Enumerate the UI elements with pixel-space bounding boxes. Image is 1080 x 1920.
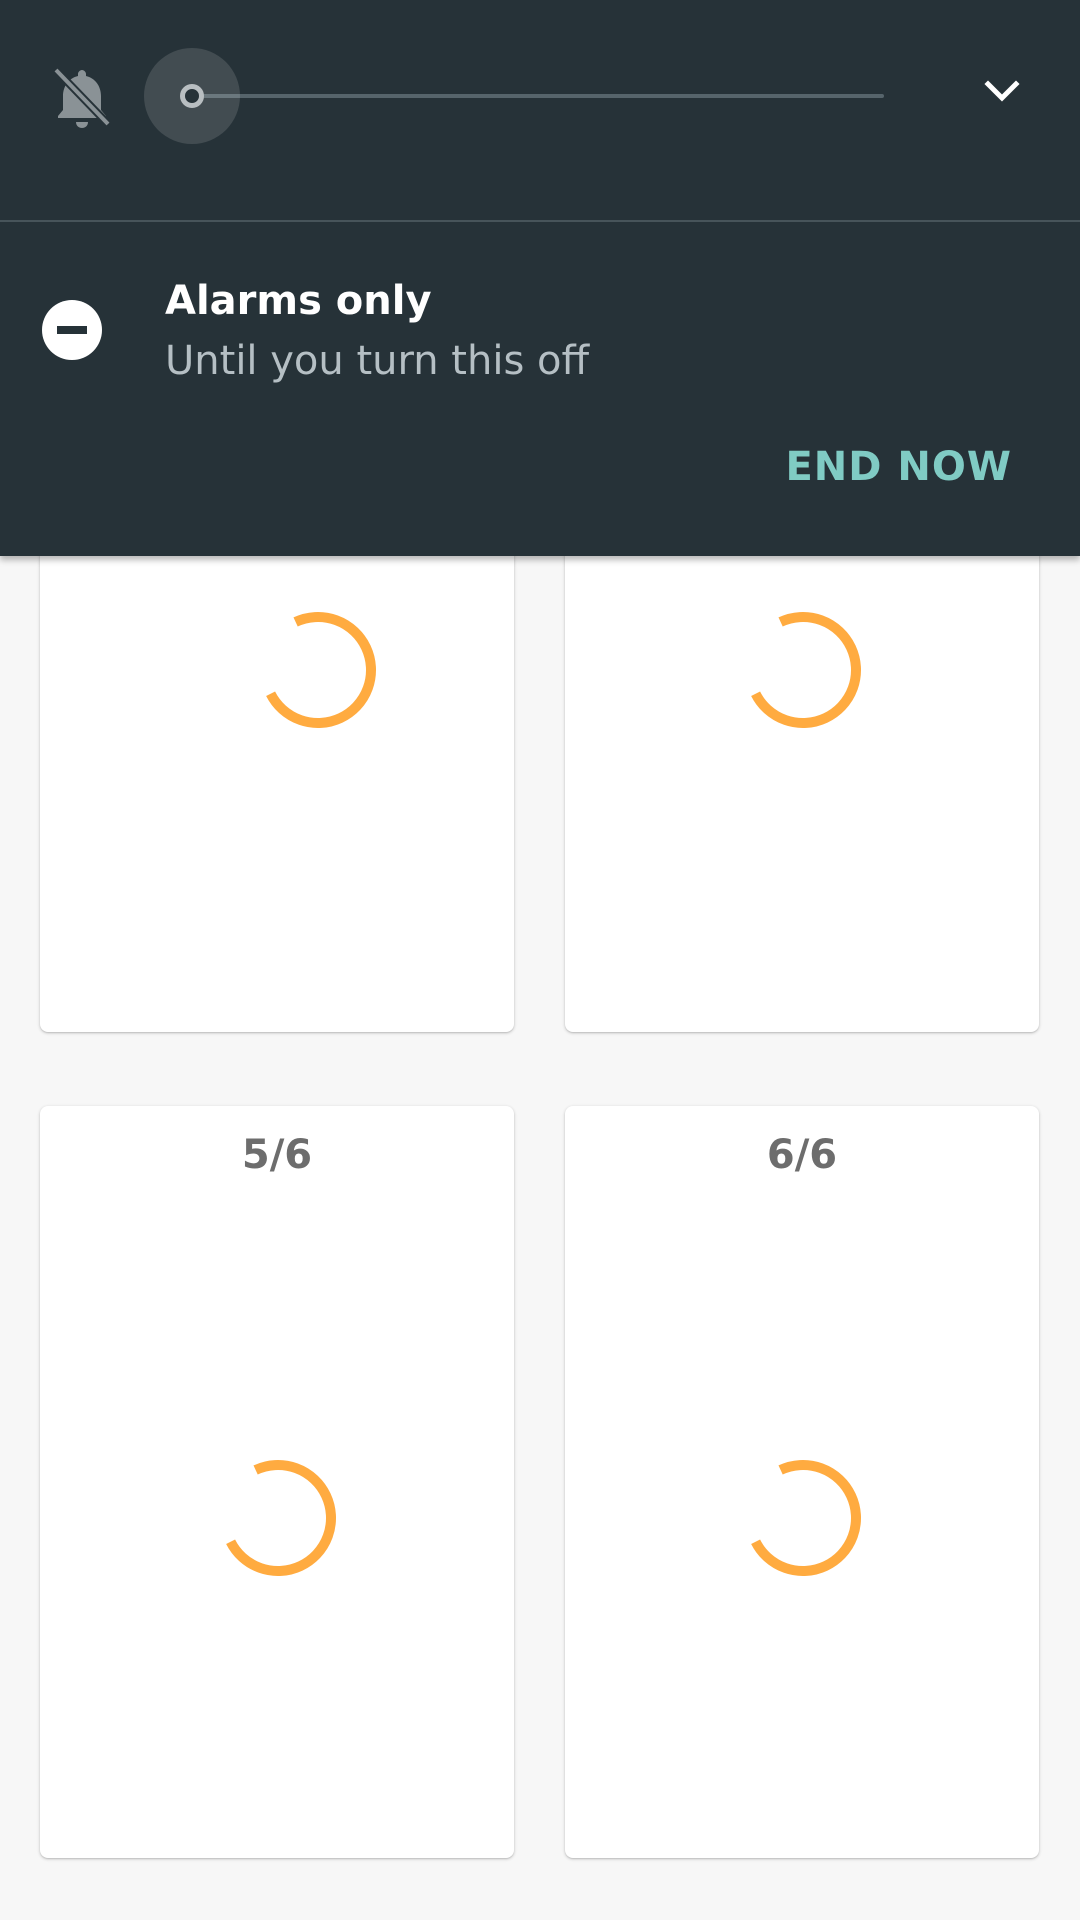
slider-track[interactable] (190, 94, 884, 98)
loading-spinner-icon (745, 1460, 861, 1576)
slider-thumb[interactable] (180, 84, 204, 108)
volume-dnd-panel: Alarms only Until you turn this off END … (0, 0, 1080, 556)
ringer-volume-slider[interactable] (144, 48, 894, 144)
dnd-mode-duration: Until you turn this off (165, 338, 590, 384)
card-page-label: 6/6 (766, 1132, 838, 1178)
chevron-down-icon[interactable] (970, 62, 1034, 122)
bell-off-icon[interactable] (52, 64, 112, 130)
page-card[interactable] (565, 480, 1039, 1032)
card-page-label: 5/6 (241, 1132, 313, 1178)
loading-spinner-icon (745, 612, 861, 728)
loading-spinner-icon (220, 1460, 336, 1576)
dnd-mode-title: Alarms only (165, 278, 432, 324)
panel-divider (0, 220, 1080, 222)
loading-spinner-icon (260, 612, 376, 728)
page-card[interactable] (40, 480, 514, 1032)
end-now-button[interactable]: END NOW (785, 444, 1012, 490)
page-card[interactable]: 6/6 (565, 1106, 1039, 1858)
ringer-volume-row (0, 0, 1080, 220)
minus-circle-icon (42, 300, 102, 360)
page-card[interactable]: 5/6 (40, 1106, 514, 1858)
